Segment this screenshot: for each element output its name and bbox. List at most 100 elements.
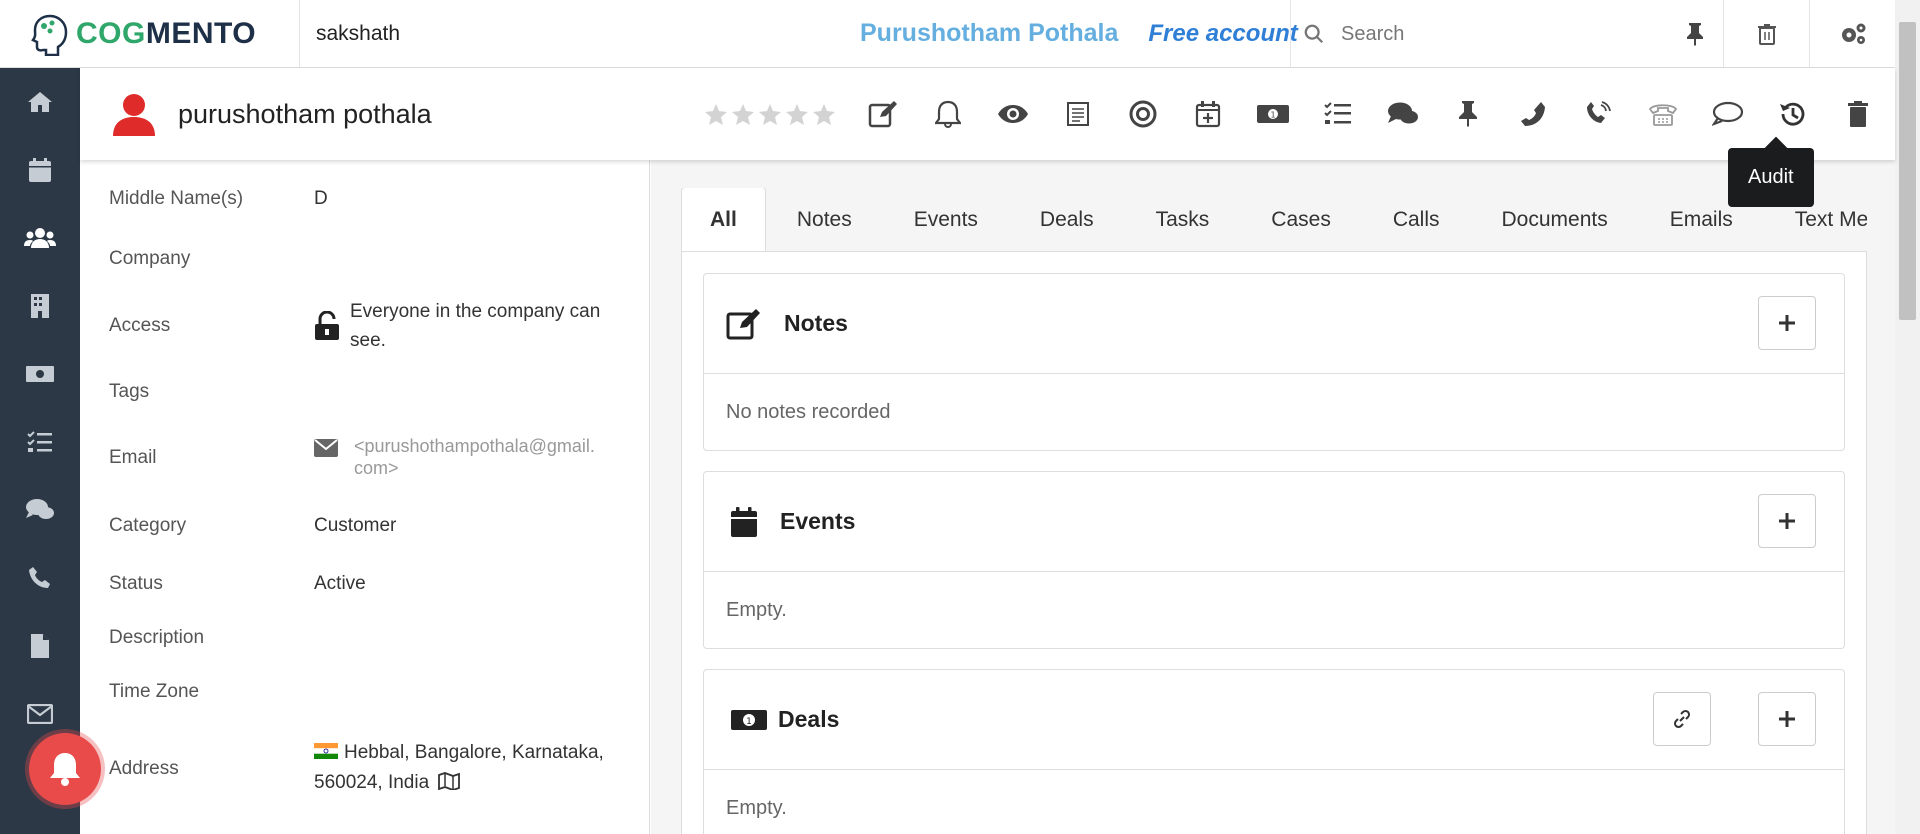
tab-deals[interactable]: Deals [1009,189,1125,251]
edit-button[interactable] [850,84,915,144]
deals-empty-text: Empty. [726,796,787,819]
rating-stars[interactable] [704,103,836,125]
pin-contact-button[interactable] [1435,84,1500,144]
logo-text: COGMENTO [76,16,257,50]
call-button[interactable] [1500,84,1565,144]
scrollbar-thumb[interactable] [1899,22,1916,320]
page-scrollbar[interactable] [1895,0,1920,834]
add-event-button[interactable] [1175,84,1240,144]
tab-events[interactable]: Events [883,189,1009,251]
india-flag-icon [314,743,338,759]
account-name: Purushotham Pothala [860,19,1119,47]
tab-calls[interactable]: Calls [1362,189,1471,251]
company-label: Company [109,248,191,269]
plus-icon [1779,513,1795,529]
history-icon [1779,102,1804,126]
tab-tasks[interactable]: Tasks [1125,189,1241,251]
deal-button[interactable]: 1 [1240,84,1305,144]
reminder-button[interactable] [915,84,980,144]
chat-button[interactable] [1370,84,1435,144]
events-empty-text: Empty. [726,598,787,621]
form-button[interactable] [1045,84,1110,144]
tab-documents[interactable]: Documents [1471,189,1639,251]
sidebar-item-tasks[interactable] [0,408,80,476]
activity-tabs: All Notes Events Deals Tasks Cases Calls… [681,188,1867,252]
bell-outline-icon [934,100,961,128]
search-input[interactable] [1341,22,1661,46]
star-icon[interactable] [731,103,755,125]
star-icon[interactable] [758,103,782,125]
category-label: Category [109,515,187,536]
contact-name: purushotham pothala [178,98,432,129]
email-icon [27,704,53,724]
trash-button[interactable] [1723,0,1809,68]
notes-card-title: Notes [784,310,848,336]
star-icon[interactable] [704,103,728,125]
tab-all[interactable]: All [681,188,766,251]
phone-volume-icon [1586,101,1611,123]
comments-icon [1387,102,1418,124]
audit-button[interactable] [1760,84,1825,144]
form-icon [1066,102,1089,126]
audit-tooltip: Audit [1728,148,1814,207]
logo[interactable]: COGMENTO [0,0,300,68]
sidebar-item-deals[interactable] [0,340,80,408]
sms-button[interactable] [1695,84,1760,144]
target-icon [1129,100,1156,128]
link-icon [1673,709,1691,729]
sidebar-item-companies[interactable] [0,272,80,340]
chat-icon [26,499,54,519]
category-value: Customer [314,515,397,536]
sidebar-item-calendar[interactable] [0,136,80,204]
phone-icon [1520,102,1545,126]
hangup-button[interactable] [1630,84,1695,144]
access-value: Everyone in the company can see. [350,301,601,351]
link-deal-button[interactable] [1653,692,1711,746]
target-button[interactable] [1110,84,1175,144]
envelope-icon [314,439,338,457]
pin-icon [1687,23,1703,46]
star-icon[interactable] [812,103,836,125]
tasks-list-icon [1323,102,1351,124]
tasks-button[interactable] [1305,84,1370,144]
contact-header: purushotham pothala 1 [80,68,1895,160]
sidebar-item-documents[interactable] [0,612,80,680]
tab-notes[interactable]: Notes [766,189,883,251]
notification-bell-button[interactable] [29,733,101,805]
tags-label: Tags [109,381,150,402]
sidebar-item-contacts[interactable] [0,204,80,272]
edit-icon [726,308,760,339]
tab-cases[interactable]: Cases [1240,189,1362,251]
trash-icon [1847,101,1868,127]
activity-panel: All Notes Events Deals Tasks Cases Calls… [651,160,1895,834]
plus-icon [1779,315,1795,331]
settings-button[interactable] [1809,0,1895,68]
email-value[interactable]: <purushothampothala@gmail. com> [354,435,595,479]
account-type: Free account [1148,19,1298,47]
notes-card: Notes No notes recorded [703,273,1845,451]
sidebar [0,68,80,834]
watch-button[interactable] [980,84,1045,144]
sidebar-item-chat[interactable] [0,476,80,544]
search-icon [1304,24,1324,44]
status-value: Active [314,573,366,594]
delete-button[interactable] [1825,84,1890,144]
contact-avatar [113,94,155,136]
map-icon[interactable] [438,772,461,791]
events-card-title: Events [780,508,856,534]
comment-outline-icon [1711,101,1743,126]
tasks-icon [27,431,52,452]
sidebar-item-home[interactable] [0,68,80,136]
home-icon [28,92,52,112]
voip-button[interactable] [1565,84,1630,144]
add-event-button[interactable] [1758,494,1816,548]
svg-text:1: 1 [746,717,752,727]
add-deal-button[interactable] [1758,692,1816,746]
plus-icon [1779,711,1795,727]
sidebar-item-phone[interactable] [0,544,80,612]
add-note-button[interactable] [1758,296,1816,350]
money-icon: 1 [731,709,767,730]
star-icon[interactable] [785,103,809,125]
description-label: Description [109,627,205,648]
calendar-icon [731,506,757,537]
